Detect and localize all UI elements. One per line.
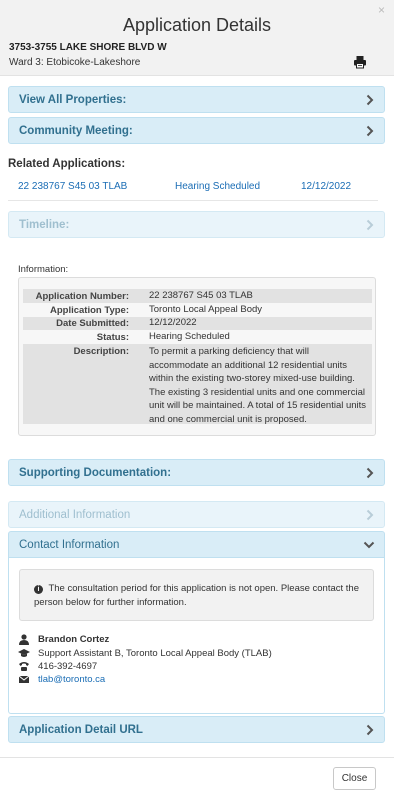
information-label: Information: — [18, 264, 69, 275]
contact-information-title: Contact Information — [19, 539, 120, 551]
info-value: Hearing Scheduled — [149, 331, 230, 342]
chevron-right-icon — [366, 467, 374, 479]
info-label: Description: — [73, 346, 129, 357]
contact-information-body: i The consultation period for this appli… — [8, 557, 385, 714]
timeline-panel[interactable]: Timeline: — [8, 211, 385, 238]
info-row-application-number: Application Number: 22 238767 S45 03 TLA… — [23, 289, 372, 303]
user-icon — [19, 634, 29, 645]
contact-title: Support Assistant B, Toronto Local Appea… — [38, 648, 272, 659]
related-application-row[interactable]: 22 238767 S45 03 TLAB Hearing Scheduled … — [8, 176, 378, 201]
printer-icon[interactable] — [353, 55, 367, 69]
application-detail-url-panel[interactable]: Application Detail URL — [8, 716, 385, 743]
related-application-status[interactable]: Hearing Scheduled — [175, 181, 260, 192]
related-application-number[interactable]: 22 238767 S45 03 TLAB — [18, 181, 127, 192]
info-value: Toronto Local Appeal Body — [149, 304, 263, 315]
modal-title: Application Details — [122, 15, 272, 35]
modal-header: Application Details × 3753-3755 LAKE SHO… — [0, 0, 394, 76]
application-detail-url-title: Application Detail URL — [19, 724, 143, 736]
phone-icon — [19, 662, 29, 671]
contact-name: Brandon Cortez — [38, 634, 110, 645]
contact-phone: 416-392-4697 — [38, 661, 98, 672]
chevron-down-icon — [363, 541, 375, 549]
info-row-date-submitted: Date Submitted: 12/12/2022 — [23, 317, 372, 330]
supporting-documentation-panel[interactable]: Supporting Documentation: — [8, 459, 385, 486]
info-row-status: Status: Hearing Scheduled — [23, 330, 372, 344]
info-label: Application Number: — [35, 291, 129, 302]
property-address: 3753-3755 LAKE SHORE BLVD W — [9, 42, 167, 53]
close-icon[interactable]: × — [378, 3, 385, 17]
timeline-title: Timeline: — [19, 219, 70, 231]
info-label: Date Submitted: — [56, 318, 129, 329]
envelope-icon — [18, 675, 30, 683]
footer-divider — [0, 757, 394, 758]
consultation-notice: i The consultation period for this appli… — [19, 569, 374, 621]
info-row-application-type: Application Type: Toronto Local Appeal B… — [23, 303, 372, 317]
information-box: Application Number: 22 238767 S45 03 TLA… — [18, 277, 376, 436]
chevron-right-icon — [366, 94, 374, 106]
info-label: Status: — [96, 332, 129, 343]
close-button[interactable]: Close — [333, 767, 376, 790]
community-meeting-panel[interactable]: Community Meeting: — [8, 117, 385, 144]
chevron-right-icon — [366, 509, 374, 521]
related-application-date[interactable]: 12/12/2022 — [301, 181, 351, 192]
info-value: 12/12/2022 — [149, 317, 197, 328]
additional-information-panel[interactable]: Additional Information — [8, 501, 385, 528]
contact-email-link[interactable]: tlab@toronto.ca — [38, 674, 105, 685]
graduation-cap-icon — [18, 649, 30, 657]
chevron-right-icon — [366, 724, 374, 736]
info-label: Application Type: — [50, 305, 129, 316]
additional-information-title: Additional Information — [19, 509, 131, 521]
view-all-properties-title: View All Properties: — [19, 94, 127, 106]
supporting-documentation-title: Supporting Documentation: — [19, 467, 172, 479]
related-applications-heading: Related Applications: — [8, 158, 126, 170]
info-value: To permit a parking deficiency that will… — [149, 346, 367, 425]
contact-information-panel[interactable]: Contact Information — [8, 531, 385, 558]
ward-label: Ward 3: Etobicoke-Lakeshore — [9, 57, 141, 68]
chevron-right-icon — [366, 125, 374, 137]
chevron-right-icon — [366, 219, 374, 231]
info-row-description: Description: To permit a parking deficie… — [23, 344, 372, 425]
view-all-properties-panel[interactable]: View All Properties: — [8, 86, 385, 113]
info-value: 22 238767 S45 03 TLAB — [149, 290, 253, 301]
consultation-notice-text: The consultation period for this applica… — [34, 583, 359, 608]
community-meeting-title: Community Meeting: — [19, 125, 133, 137]
info-circle-icon: i — [34, 585, 43, 594]
